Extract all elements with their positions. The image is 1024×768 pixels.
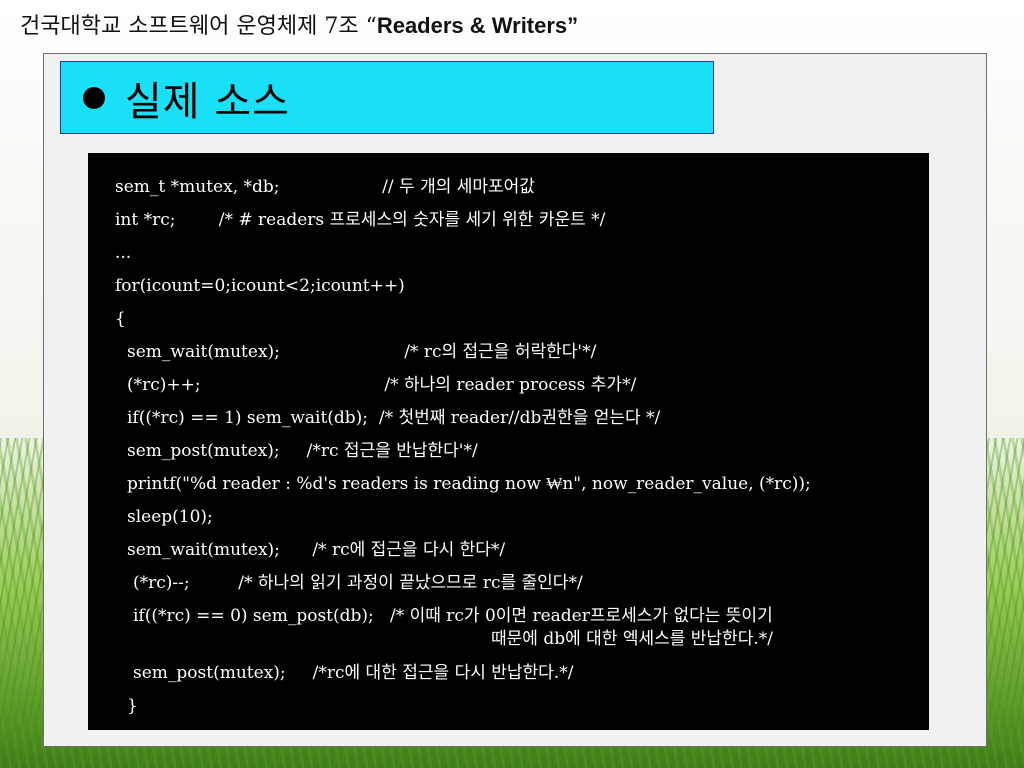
code-line: (*rc)++; /* 하나의 reader process 추가*/ [127,375,637,395]
code-line: { [115,309,126,329]
code-panel: sem_t *mutex, *db; // 두 개의 세마포어값 int *rc… [88,153,929,730]
code-line: sem_post(mutex); /*rc에 대한 접근을 다시 반납한다.*/ [133,663,574,683]
code-line: sem_post(mutex); /*rc 접근을 반납한다'*/ [127,441,478,461]
code-line: int *rc; /* # readers 프로세스의 숫자를 세기 위한 카운… [115,210,606,230]
code-line: (*rc)--; /* 하나의 읽기 과정이 끝났으므로 rc를 줄인다*/ [133,573,583,593]
code-line: sem_t *mutex, *db; // 두 개의 세마포어값 [115,177,535,197]
code-line: printf("%d reader : %d's readers is read… [127,474,811,494]
slide-title-box: 실제 소스 [60,61,714,134]
header-prefix: 건국대학교 소프트웨어 운영체제 7조 “ [20,14,377,39]
code-line: for(icount=0;icount<2;icount++) [115,276,405,296]
code-line: ... [115,243,132,263]
code-line: 때문에 db에 대한 엑세스를 반납한다.*/ [491,629,773,649]
code-line: if((*rc) == 0) sem_post(db); /* 이때 rc가 0… [133,606,773,626]
slide-title: 실제 소스 [125,78,290,125]
code-line: } [127,696,138,716]
bullet-icon [83,86,105,109]
code-line: sem_wait(mutex); /* rc에 접근을 다시 한다*/ [127,540,506,560]
slide-header: 건국대학교 소프트웨어 운영체제 7조 “Readers & Writers” [20,8,578,40]
code-line: sleep(10); [127,507,213,527]
code-line: if((*rc) == 1) sem_wait(db); /* 첫번째 read… [127,408,661,428]
header-title: Readers & Writers” [376,13,579,38]
code-line: sem_wait(mutex); /* rc의 접근을 허락한다'*/ [127,342,597,362]
